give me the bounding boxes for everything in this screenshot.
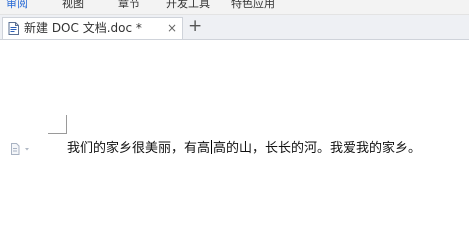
ribbon-menu-bar: 审阅 视图 章节 开发工具 特色应用	[0, 0, 469, 15]
menu-item-review[interactable]: 审阅	[6, 0, 28, 11]
paragraph-text-after-caret: 高的山，长长的河。我爱我的家乡。	[213, 141, 422, 156]
doc-file-icon	[8, 22, 19, 35]
menu-item-section[interactable]: 章节	[118, 0, 140, 11]
menu-item-special-apps[interactable]: 特色应用	[231, 0, 275, 11]
new-tab-icon[interactable]: +	[188, 16, 202, 36]
document-tab-bar: 新建 DOC 文档.doc * × +	[0, 15, 469, 40]
paragraph-handle-icon[interactable]	[10, 143, 34, 155]
page-margin-corner-marker	[48, 115, 67, 134]
document-paragraph[interactable]: 我们的家乡很美丽，有高 高的山，长长的河。我爱我的家乡。	[67, 140, 421, 157]
close-tab-icon[interactable]: ×	[167, 18, 177, 39]
menu-item-view[interactable]: 视图	[62, 0, 84, 11]
document-tab[interactable]: 新建 DOC 文档.doc * ×	[2, 17, 183, 39]
paragraph-text-before-caret: 我们的家乡很美丽，有高	[67, 141, 211, 156]
document-tab-title: 新建 DOC 文档.doc *	[24, 21, 142, 35]
wps-writer-window: 审阅 视图 章节 开发工具 特色应用 新建 DOC 文档.doc * × + 我…	[0, 0, 469, 252]
text-caret	[211, 140, 213, 154]
menu-item-developer-tools[interactable]: 开发工具	[166, 0, 210, 11]
document-page[interactable]: 我们的家乡很美丽，有高 高的山，长长的河。我爱我的家乡。	[0, 40, 469, 252]
